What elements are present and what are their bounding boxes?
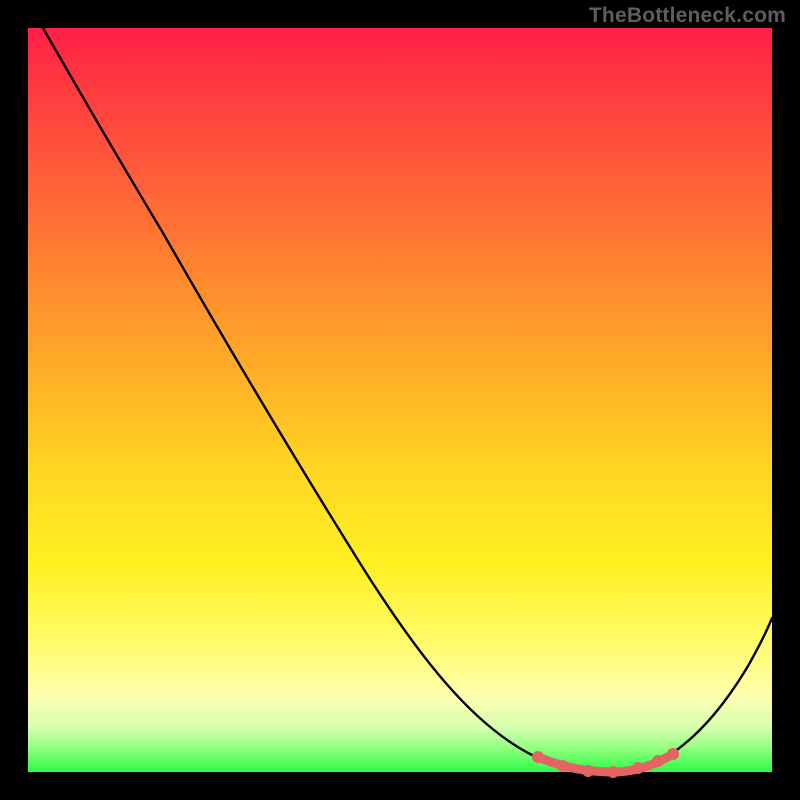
watermark-text: TheBottleneck.com [589, 4, 786, 28]
highlight-dot [607, 766, 619, 778]
highlight-dot [652, 755, 664, 767]
highlight-dot [557, 760, 569, 772]
highlight-dot-start [532, 751, 544, 763]
highlight-dot [632, 762, 644, 774]
highlight-dot [582, 765, 594, 777]
chart-frame: TheBottleneck.com [0, 0, 800, 800]
chart-svg [28, 28, 772, 772]
bottleneck-curve [43, 28, 772, 772]
plot-area [28, 28, 772, 772]
highlight-dot-end [667, 748, 679, 760]
